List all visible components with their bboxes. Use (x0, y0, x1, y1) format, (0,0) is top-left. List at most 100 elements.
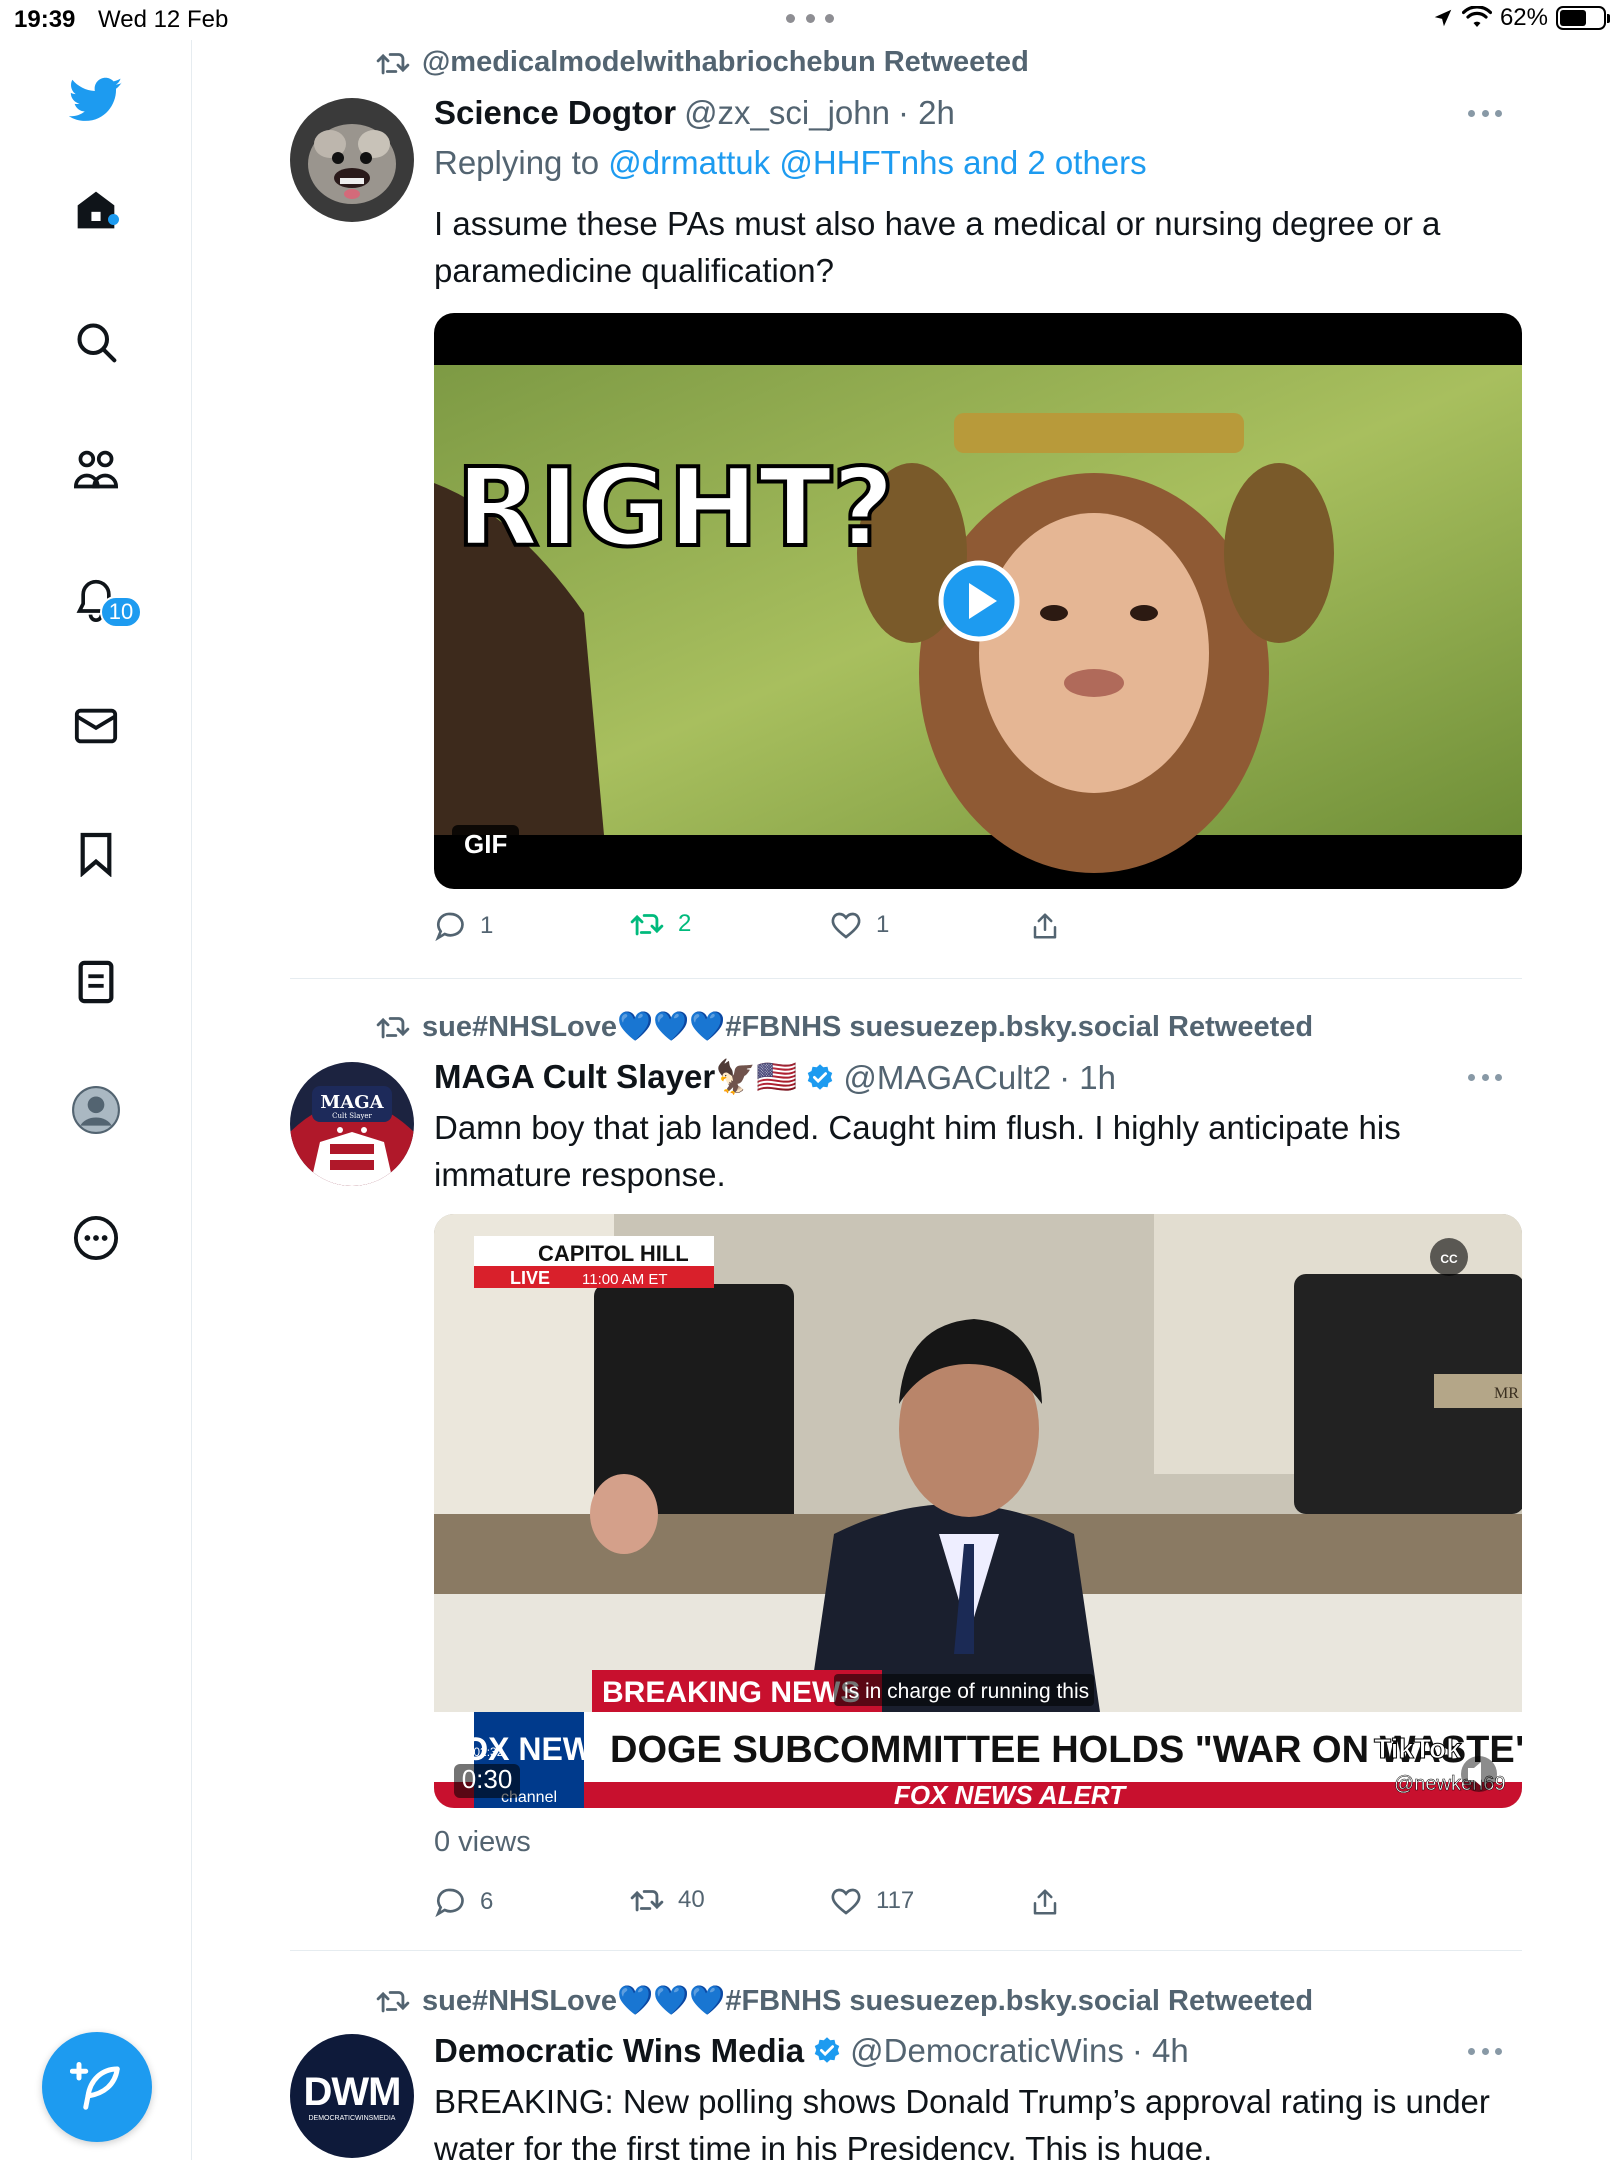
profile-icon[interactable] (66, 1080, 126, 1140)
tweet-actions: 1 2 1 (434, 910, 1134, 950)
bookmarks-icon[interactable] (66, 824, 126, 884)
retweet-context: sue#NHSLove💙💙💙#FBNHS suesuezep.bsky.soci… (376, 1984, 1313, 2018)
tweet-more-button[interactable] (1468, 2048, 1502, 2058)
retweet-context: @medicalmodelwithabriochebun Retweeted (376, 46, 1029, 79)
video-media[interactable]: CAPITOL HILL LIVE 11:00 AM ET CC MR BREA… (434, 1214, 1522, 1808)
tiktok-label: TikTok (1374, 1733, 1462, 1764)
heart-icon (831, 912, 861, 939)
reply-icon (435, 912, 464, 942)
battery-icon (1556, 6, 1610, 30)
gif-frame: RIGHT? (434, 365, 1522, 873)
retweet-button[interactable]: 40 (630, 1886, 705, 1914)
tweet-text: I assume these PAs must also have a medi… (434, 205, 1441, 289)
twitter-logo-icon[interactable] (66, 70, 126, 130)
tweet-divider (290, 978, 1522, 979)
search-icon[interactable] (66, 312, 126, 372)
tweet-more-button[interactable] (1468, 110, 1502, 120)
cc-label: CC (1440, 1252, 1458, 1266)
like-button[interactable]: 117 (830, 1886, 914, 1916)
tweet-header: MAGA Cult Slayer🦅🇺🇸 @MAGACult2 · 1h (434, 1058, 1116, 1097)
battery-percent: 62% (1499, 4, 1548, 31)
messages-icon[interactable] (66, 696, 126, 756)
tweet-more-button[interactable] (1468, 1074, 1502, 1084)
timestamp[interactable]: · 1h (1059, 1059, 1116, 1097)
sidebar: 10 (0, 40, 192, 2160)
retweet-icon (630, 1890, 664, 1912)
handle[interactable]: @zx_sci_john (684, 94, 890, 132)
like-count: 117 (876, 1887, 915, 1914)
share-icon (1033, 913, 1057, 939)
retweeted-by[interactable]: sue#NHSLove💙💙💙#FBNHS suesuezep.bsky.soci… (422, 1984, 1313, 2018)
reply-count: 1 (480, 912, 494, 939)
retweet-count: 40 (678, 1886, 705, 1913)
view-count: 0 views (434, 1826, 531, 1858)
timestamp[interactable]: · 2h (898, 94, 955, 132)
lists-icon[interactable] (66, 952, 126, 1012)
location-arrow-icon (1434, 9, 1452, 27)
video-live-label: LIVE (510, 1268, 550, 1288)
reply-button[interactable]: 1 (434, 910, 493, 942)
video-duration: 0:30 (462, 1764, 513, 1794)
tweet-header: Democratic Wins Media @DemocraticWins · … (434, 2032, 1189, 2070)
small-timestamp: 00:09/02:32 (440, 1745, 504, 1759)
compose-button[interactable] (42, 2032, 152, 2142)
tweet-divider (290, 1950, 1522, 1951)
gif-badge: GIF (452, 825, 520, 864)
verified-badge-icon (812, 2036, 842, 2066)
retweet-icon (630, 914, 664, 936)
multitasking-dots[interactable] (786, 14, 834, 24)
replying-to-label: Replying to (434, 144, 600, 181)
share-icon (1033, 1889, 1057, 1915)
wifi-icon (1461, 6, 1492, 27)
video-location-label: CAPITOL HILL (538, 1241, 689, 1266)
display-name[interactable]: Science Dogtor (434, 94, 676, 132)
tweet-header: Science Dogtor @zx_sci_john · 2h (434, 94, 955, 132)
nameplate-text: MR (1494, 1385, 1519, 1402)
heart-icon (831, 1888, 861, 1915)
more-icon[interactable] (66, 1208, 126, 1268)
gif-media[interactable]: RIGHT? GIF (434, 313, 1522, 889)
timestamp[interactable]: · 4h (1132, 2032, 1189, 2070)
compose-icon (70, 2062, 120, 2110)
handle[interactable]: @MAGACult2 (843, 1059, 1051, 1097)
like-button[interactable]: 1 (830, 910, 889, 940)
avatar-logo-text: DWM (303, 2070, 402, 2114)
tweet-actions: 6 40 117 (434, 1886, 1134, 1926)
retweeted-by[interactable]: sue#NHSLove💙💙💙#FBNHS suesuezep.bsky.soci… (422, 1010, 1313, 1044)
communities-icon[interactable] (66, 440, 126, 500)
share-button[interactable] (1030, 1886, 1060, 1918)
status-date: Wed 12 Feb (98, 6, 229, 33)
breaking-label: BREAKING NEWS (602, 1676, 860, 1709)
avatar[interactable]: MAGA Cult Slayer (290, 1062, 414, 1186)
retweet-context: sue#NHSLove💙💙💙#FBNHS suesuezep.bsky.soci… (376, 1010, 1313, 1044)
video-caption: is in charge of running this (844, 1680, 1089, 1703)
display-name[interactable]: MAGA Cult Slayer🦅🇺🇸 (434, 1058, 797, 1097)
status-bar: 19:39 Wed 12 Feb 62% (0, 0, 1620, 40)
home-new-indicator (108, 214, 119, 225)
status-time: 19:39 (14, 6, 76, 33)
svg-text:Cult Slayer: Cult Slayer (332, 1112, 372, 1120)
avatar-logo-subtext: DEMOCRATICWINSMEDIA (308, 2115, 396, 2122)
handle[interactable]: @DemocraticWins (850, 2032, 1124, 2070)
avatar[interactable] (290, 98, 414, 222)
replying-to-users[interactable]: @drmattuk @HHFTnhs and 2 others (608, 144, 1146, 181)
replying-to: Replying to @drmattuk @HHFTnhs and 2 oth… (434, 144, 1147, 182)
tweet-text: BREAKING: New polling shows Donald Trump… (434, 2083, 1490, 2160)
notifications-badge: 10 (100, 596, 142, 628)
reply-count: 6 (480, 1888, 494, 1915)
retweet-button[interactable]: 2 (630, 910, 691, 938)
home-icon[interactable] (66, 180, 126, 240)
reply-icon (435, 1888, 464, 1918)
gif-overlay-text: RIGHT? (456, 446, 895, 571)
retweet-icon (376, 52, 410, 74)
svg-text:MAGA: MAGA (320, 1092, 384, 1113)
reply-button[interactable]: 6 (434, 1886, 493, 1918)
retweet-icon (376, 1017, 410, 1039)
retweeted-by[interactable]: @medicalmodelwithabriochebun Retweeted (422, 46, 1029, 79)
video-live-time: 11:00 AM ET (582, 1271, 668, 1288)
share-button[interactable] (1030, 910, 1060, 942)
tweet-text: Damn boy that jab landed. Caught him flu… (434, 1109, 1401, 1193)
retweet-count: 2 (678, 910, 692, 937)
avatar[interactable]: DWM DEMOCRATICWINSMEDIA (290, 2034, 414, 2158)
display-name[interactable]: Democratic Wins Media (434, 2032, 804, 2070)
